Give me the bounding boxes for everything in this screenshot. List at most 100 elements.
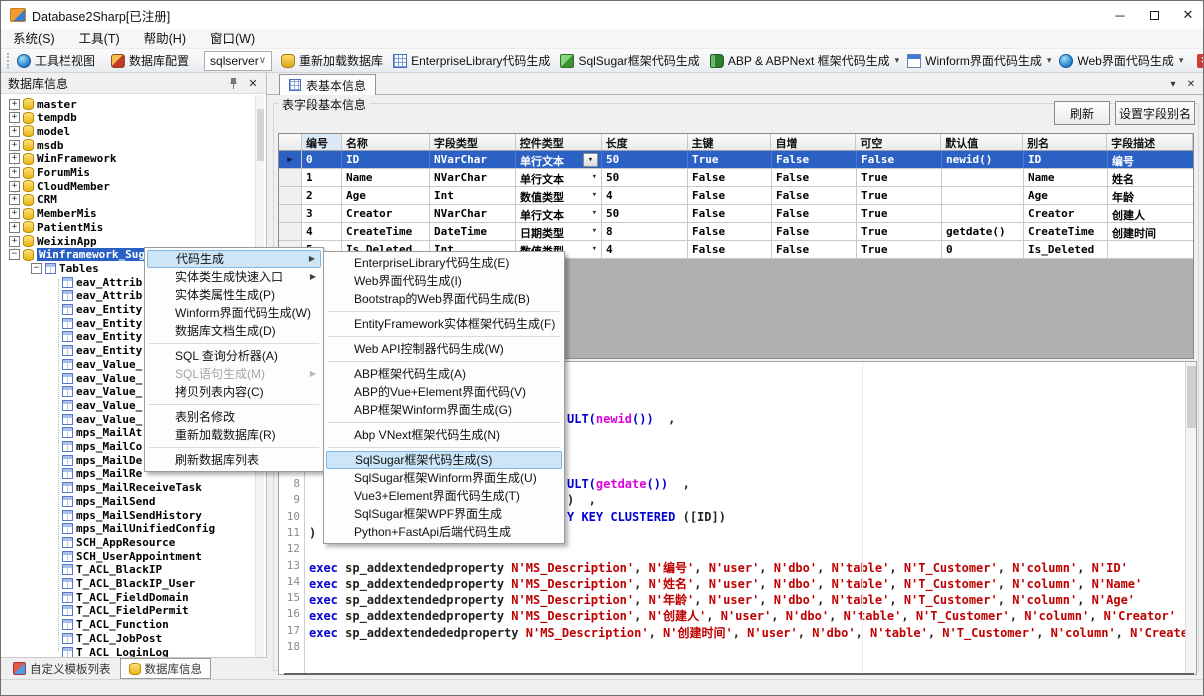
submenu-item[interactable]: Bootstrap的Web界面代码生成(B) — [326, 290, 562, 308]
grid-cell[interactable]: False — [688, 205, 772, 222]
grid-cell[interactable]: 1 — [302, 169, 342, 186]
grid-column-header[interactable]: 自增 — [771, 134, 856, 150]
grid-cell[interactable]: Name — [1024, 169, 1108, 186]
tree-item-database[interactable]: +msdb — [9, 138, 64, 152]
grid-cell[interactable] — [942, 187, 1024, 204]
grid-column-header[interactable]: 编号 — [302, 134, 342, 150]
grid-column-header[interactable]: 长度 — [602, 134, 688, 150]
grid-cell[interactable] — [1108, 241, 1194, 258]
submenu-item[interactable]: SqlSugar框架WPF界面生成 — [326, 505, 562, 523]
grid-cell[interactable]: CreateTime — [342, 223, 430, 240]
row-selector[interactable] — [279, 223, 302, 240]
expand-icon[interactable]: + — [9, 99, 20, 110]
submenu-item[interactable]: Vue3+Element界面代码生成(T) — [326, 487, 562, 505]
set-field-alias-button[interactable]: 设置字段别名 — [1115, 101, 1195, 125]
tree-item-database[interactable]: +WinFramework — [9, 152, 116, 166]
context-menu-item[interactable]: 代码生成▶ — [147, 250, 321, 268]
grid-cell[interactable]: True — [857, 205, 942, 222]
combo-dropdown-icon[interactable]: ▾ — [592, 190, 597, 200]
tree-item-table[interactable]: eav_Entity — [59, 316, 142, 330]
tab-table-basic-info[interactable]: 表基本信息 — [279, 74, 376, 95]
grid-column-header[interactable]: 名称 — [342, 134, 430, 150]
tree-item-table[interactable]: mps_MailReceiveTask — [59, 481, 202, 495]
context-menu-item[interactable]: Winform界面代码生成(W) — [147, 304, 321, 322]
grid-cell[interactable]: False — [772, 169, 857, 186]
combo-dropdown-icon[interactable]: ▾ — [592, 226, 597, 236]
grid-column-header[interactable]: 字段描述 — [1107, 134, 1193, 150]
expand-icon[interactable]: + — [9, 126, 20, 137]
tab-list-caret-icon[interactable]: ▾ — [1165, 77, 1181, 92]
grid-cell[interactable]: Creator — [342, 205, 430, 222]
table-row[interactable]: 4CreateTimeDateTime日期类型▾8FalseFalseTrueg… — [279, 223, 1193, 241]
grid-cell[interactable]: True — [857, 241, 942, 258]
context-menu-item[interactable]: 数据库文档生成(D) — [147, 322, 321, 340]
tree-item-table[interactable]: T_ACL_LoginLog — [59, 645, 169, 657]
tree-item-table[interactable]: mps_MailAt — [59, 426, 142, 440]
tree-item-table[interactable]: T_ACL_BlackIP_User — [59, 577, 195, 591]
combo-dropdown-icon[interactable]: ▾ — [592, 244, 597, 254]
grid-cell[interactable]: False — [772, 205, 857, 222]
tree-item-database[interactable]: +tempdb — [9, 111, 77, 125]
grid-cell[interactable]: 数值类型▾ — [516, 187, 602, 204]
grid-cell[interactable]: getdate() — [942, 223, 1024, 240]
tree-item-table[interactable]: T_ACL_FieldDomain — [59, 590, 189, 604]
grid-cell[interactable]: False — [688, 241, 772, 258]
maximize-button[interactable] — [1137, 1, 1171, 29]
grid-cell[interactable]: False — [688, 169, 772, 186]
context-menu-item[interactable]: 刷新数据库列表 — [147, 451, 321, 469]
grid-cell[interactable]: True — [857, 223, 942, 240]
dropdown-caret-icon[interactable]: ▾ — [895, 55, 903, 66]
submenu-item[interactable]: ABP框架代码生成(A) — [326, 365, 562, 383]
grid-cell[interactable]: 编号 — [1108, 151, 1194, 168]
menubar-item[interactable]: 工具(T) — [67, 29, 132, 49]
tree-item-table[interactable]: mps_MailSend — [59, 494, 155, 508]
table-row[interactable]: 2AgeInt数值类型▾4FalseFalseTrueAge年龄 — [279, 187, 1193, 205]
grid-cell[interactable] — [942, 205, 1024, 222]
grid-cell[interactable]: 年龄 — [1108, 187, 1194, 204]
tab-close-icon[interactable]: ✕ — [1183, 77, 1199, 92]
tree-item-table[interactable]: T_ACL_Function — [59, 618, 169, 632]
refresh-button[interactable]: 刷新 — [1054, 101, 1110, 125]
table-row[interactable]: 3CreatorNVarChar单行文本▾50FalseFalseTrueCre… — [279, 205, 1193, 223]
toolbar-grip[interactable] — [7, 53, 9, 69]
submenu-item[interactable]: EnterpriseLibrary代码生成(E) — [326, 254, 562, 272]
menubar-item[interactable]: 帮助(H) — [132, 29, 198, 49]
expand-icon[interactable]: + — [9, 236, 20, 247]
collapse-icon[interactable]: − — [9, 249, 20, 260]
tree-item-table[interactable]: mps_MailSendHistory — [59, 508, 202, 522]
tree-item-database[interactable]: +ForumMis — [9, 166, 90, 180]
tree-item-database[interactable]: −Winframework_Sug — [9, 248, 147, 262]
grid-cell[interactable]: ID — [1024, 151, 1108, 168]
sql-vertical-scrollbar[interactable] — [1185, 362, 1196, 674]
table-row[interactable]: 1NameNVarChar单行文本▾50FalseFalseTrueName姓名 — [279, 169, 1193, 187]
db-type-select[interactable]: sqlserver ∨ — [204, 51, 272, 71]
grid-cell[interactable]: 0 — [302, 151, 342, 168]
toolbar-view-button[interactable]: 工具栏视图 — [12, 50, 100, 71]
grid-cell[interactable]: False — [772, 187, 857, 204]
grid-cell[interactable]: False — [688, 223, 772, 240]
grid-column-header[interactable]: 默认值 — [941, 134, 1023, 150]
submenu-item[interactable]: Web API控制器代码生成(W) — [326, 340, 562, 358]
grid-cell[interactable]: Int — [430, 187, 516, 204]
tree-item-database[interactable]: +CloudMember — [9, 179, 110, 193]
grid-cell[interactable]: False — [688, 187, 772, 204]
row-selector[interactable] — [279, 187, 302, 204]
grid-cell[interactable]: 50 — [602, 151, 688, 168]
tree-item-table[interactable]: eav_Entity — [59, 330, 142, 344]
tree-item-table[interactable]: T_ACL_FieldPermit — [59, 604, 189, 618]
toolbar-exit-button[interactable]: ✕ 退出 — [1192, 50, 1204, 71]
grid-cell[interactable]: False — [772, 223, 857, 240]
toolbar-sqlsugar-button[interactable]: SqlSugar框架代码生成 — [555, 50, 704, 71]
submenu-item[interactable]: SqlSugar框架Winform界面生成(U) — [326, 469, 562, 487]
menubar-item[interactable]: 窗口(W) — [198, 29, 267, 49]
grid-cell[interactable]: 日期类型▾ — [516, 223, 602, 240]
submenu-item[interactable]: EntityFramework实体框架代码生成(F) — [326, 315, 562, 333]
tree-item-table[interactable]: mps_MailCo — [59, 440, 142, 454]
tree-item-table[interactable]: eav_Value_ — [59, 357, 142, 371]
tree-item-database[interactable]: +model — [9, 124, 70, 138]
grid-cell[interactable]: 单行文本▾ — [516, 151, 602, 168]
collapse-icon[interactable]: − — [31, 263, 42, 274]
grid-cell[interactable]: 3 — [302, 205, 342, 222]
grid-column-header[interactable]: 主键 — [688, 134, 772, 150]
toolbar-abp-button[interactable]: ABP & ABPNext 框架代码生成 — [705, 50, 895, 71]
